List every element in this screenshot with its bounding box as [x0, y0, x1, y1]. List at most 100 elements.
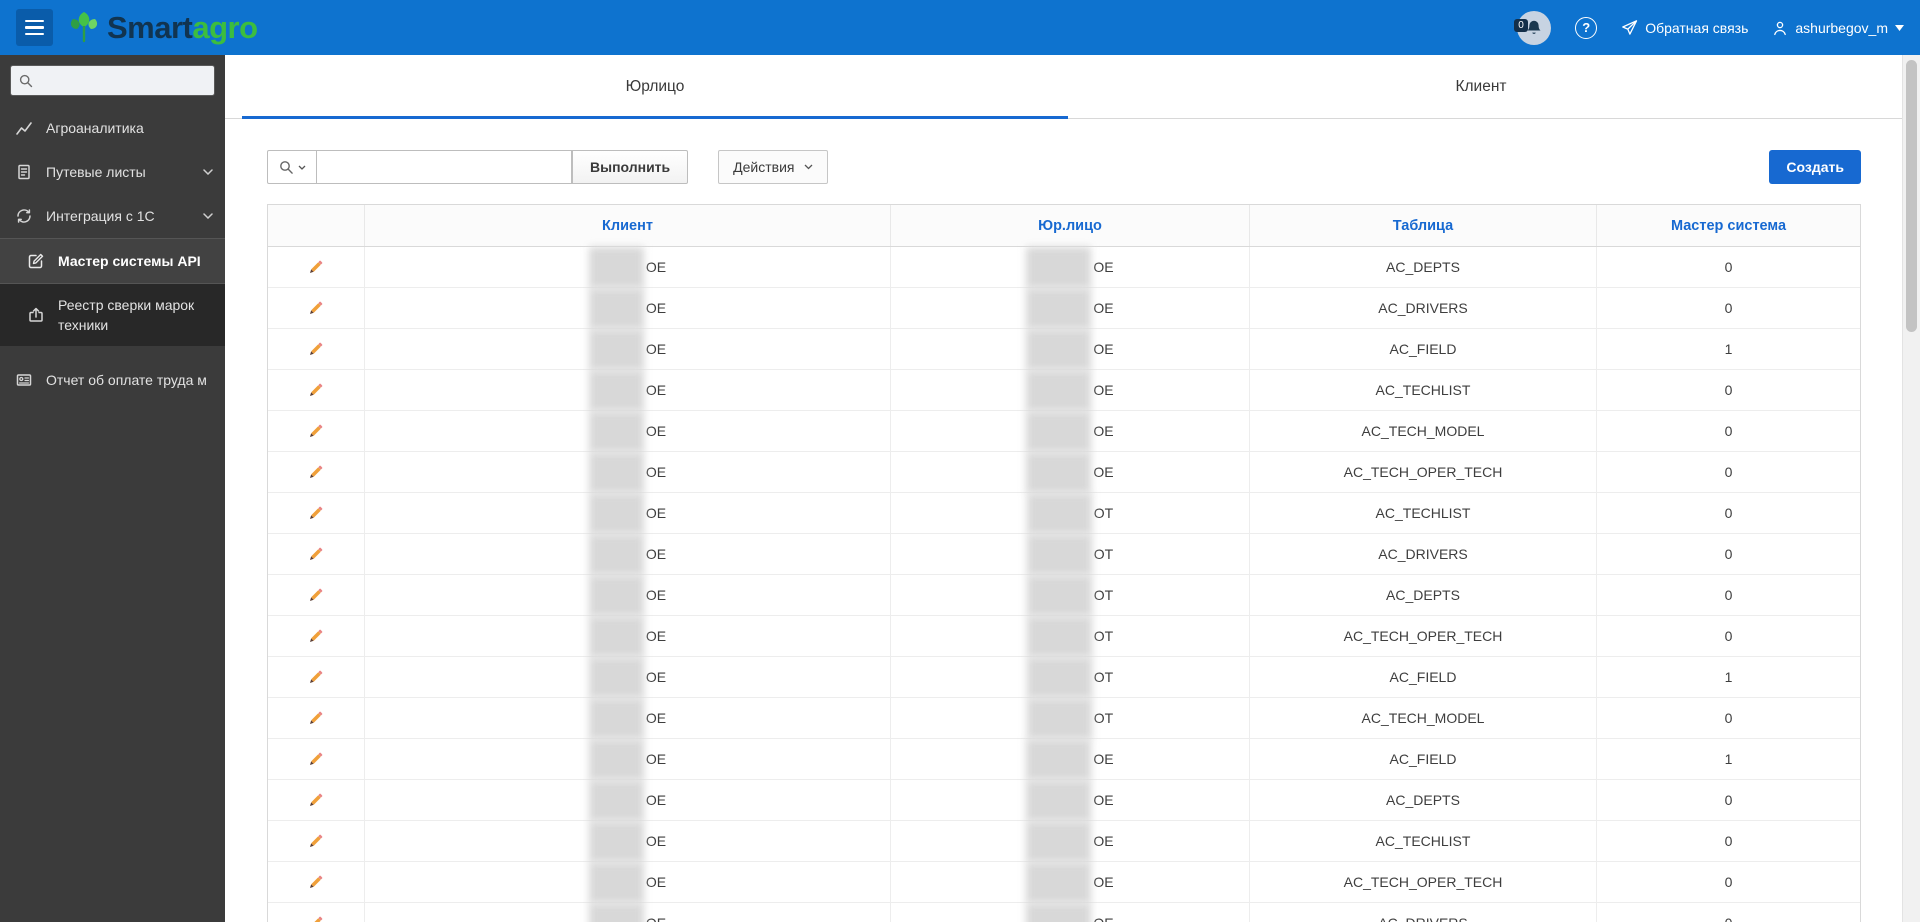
table-row: ОЕ ОТ AC_TECHLIST 0 [268, 492, 1860, 534]
table-row: ОЕ ОЕ AC_TECH_OPER_TECH 0 [268, 451, 1860, 493]
hamburger-menu-button[interactable] [16, 9, 53, 46]
pencil-icon [309, 834, 323, 848]
column-header-master-sistema[interactable]: Мастер система [1597, 205, 1860, 246]
edit-row-button[interactable] [303, 828, 329, 854]
table-row: ОЕ ОЕ AC_TECH_MODEL 0 [268, 410, 1860, 452]
search-column-selector[interactable] [267, 150, 317, 184]
redacted-client-name [588, 779, 644, 821]
pencil-icon [309, 424, 323, 438]
feedback-button[interactable]: Обратная связь [1621, 19, 1748, 36]
master-system-value: 0 [1724, 833, 1733, 849]
pencil-icon [309, 711, 323, 725]
chevron-down-icon [298, 165, 305, 170]
redacted-jurlico-name [1026, 615, 1092, 657]
client-name-suffix: ОЕ [645, 464, 667, 480]
table-name-value: AC_TECHLIST [1375, 505, 1471, 521]
actions-button[interactable]: Действия [718, 150, 828, 184]
master-system-value: 0 [1724, 259, 1733, 275]
tab-klient[interactable]: Клиент [1068, 55, 1894, 118]
edit-row-button[interactable] [303, 664, 329, 690]
chevron-down-icon [203, 213, 213, 219]
sidebar-search-input[interactable] [39, 73, 206, 88]
edit-row-button[interactable] [303, 582, 329, 608]
pencil-icon [309, 260, 323, 274]
redacted-jurlico-name [1026, 533, 1092, 575]
help-button[interactable]: ? [1575, 16, 1598, 39]
sidebar-search[interactable] [10, 65, 215, 96]
edit-row-button[interactable] [303, 254, 329, 280]
jurlico-name-suffix: ОТ [1093, 628, 1114, 644]
jurlico-name-suffix: ОЕ [1093, 341, 1114, 357]
column-header-jurlico[interactable]: Юр.лицо [891, 205, 1250, 246]
sidebar-item-integraciya-1c[interactable]: Интеграция с 1С [0, 194, 225, 238]
master-system-value: 0 [1724, 710, 1733, 726]
client-name-suffix: ОЕ [645, 874, 667, 890]
edit-row-button[interactable] [303, 500, 329, 526]
page-scrollbar[interactable] [1902, 55, 1920, 922]
edit-row-button[interactable] [303, 295, 329, 321]
edit-row-button[interactable] [303, 869, 329, 895]
report-search-input[interactable] [317, 150, 572, 184]
redacted-client-name [588, 369, 644, 411]
edit-row-button[interactable] [303, 418, 329, 444]
jurlico-name-suffix: ОЕ [1093, 423, 1114, 439]
redacted-client-name [588, 697, 644, 739]
edit-square-icon [26, 251, 46, 271]
edit-row-button[interactable] [303, 336, 329, 362]
notification-count-badge: 0 [1514, 18, 1528, 32]
user-menu[interactable]: ashurbegov_m [1772, 20, 1904, 36]
edit-row-button[interactable] [303, 541, 329, 567]
redacted-jurlico-name [1026, 738, 1092, 780]
tab-jurlico[interactable]: Юрлицо [242, 55, 1068, 119]
table-name-value: AC_FIELD [1389, 751, 1457, 767]
sidebar-item-master-sistemy-api[interactable]: Мастер системы API [0, 238, 225, 284]
edit-row-button[interactable] [303, 377, 329, 403]
pencil-icon [309, 793, 323, 807]
table-name-value: AC_DEPTS [1386, 587, 1460, 603]
edit-row-button[interactable] [303, 705, 329, 731]
app-logo[interactable]: Smartagro [65, 9, 258, 47]
bell-icon [1527, 20, 1541, 34]
sidebar-item-putevye-listy[interactable]: Путевые листы [0, 150, 225, 194]
redacted-jurlico-name [1026, 410, 1092, 452]
table-name-value: AC_TECH_OPER_TECH [1343, 464, 1503, 480]
redacted-client-name [588, 533, 644, 575]
edit-row-button[interactable] [303, 746, 329, 772]
column-header-tablica[interactable]: Таблица [1250, 205, 1597, 246]
sidebar-item-otchet-ob-oplate[interactable]: Отчет об оплате труда м [0, 358, 225, 402]
create-button[interactable]: Создать [1769, 150, 1861, 184]
edit-row-button[interactable] [303, 623, 329, 649]
export-icon [26, 305, 46, 325]
client-name-suffix: ОЕ [645, 587, 667, 603]
table-name-value: AC_DEPTS [1386, 792, 1460, 808]
table-name-value: AC_FIELD [1389, 669, 1457, 685]
jurlico-name-suffix: ОЕ [1093, 259, 1114, 275]
table-row: ОЕ ОТ AC_TECH_OPER_TECH 0 [268, 615, 1860, 657]
logo-text-smart: Smart [107, 10, 193, 45]
table-name-value: AC_TECH_MODEL [1361, 710, 1485, 726]
scrollbar-thumb[interactable] [1906, 60, 1917, 332]
edit-row-button[interactable] [303, 787, 329, 813]
pencil-icon [309, 670, 323, 684]
master-system-value: 0 [1725, 915, 1733, 922]
column-header-klient[interactable]: Клиент [365, 205, 891, 246]
sidebar-item-agroanalitika[interactable]: Агроаналитика [0, 106, 225, 150]
table-body: ОЕ ОЕ AC_DEPTS 0 ОЕ ОЕ AC_DRIVERS 0 ОЕ О… [268, 246, 1860, 922]
run-button[interactable]: Выполнить [572, 150, 689, 184]
table-name-value: AC_TECH_OPER_TECH [1343, 628, 1503, 644]
tabs: Юрлицо Клиент [225, 55, 1902, 119]
client-name-suffix: ОЕ [645, 423, 667, 439]
table-row: ОЕ ОЕ AC_DRIVERS 0 [268, 902, 1860, 922]
edit-row-button[interactable] [303, 910, 329, 922]
redacted-jurlico-name [1026, 451, 1092, 493]
edit-row-button[interactable] [303, 459, 329, 485]
sidebar-item-reestr-sverki-marok[interactable]: Реестр сверки марок техники [0, 284, 225, 346]
notifications-button[interactable]: 0 [1514, 10, 1552, 45]
redacted-client-name [588, 574, 644, 616]
pencil-icon [309, 383, 323, 397]
jurlico-name-suffix: ОТ [1093, 587, 1114, 603]
jurlico-name-suffix: ОЕ [1093, 382, 1114, 398]
main-content: Юрлицо Клиент Выполнить Действия Создать [225, 55, 1902, 922]
feedback-label: Обратная связь [1645, 19, 1749, 36]
pencil-icon [309, 752, 323, 766]
